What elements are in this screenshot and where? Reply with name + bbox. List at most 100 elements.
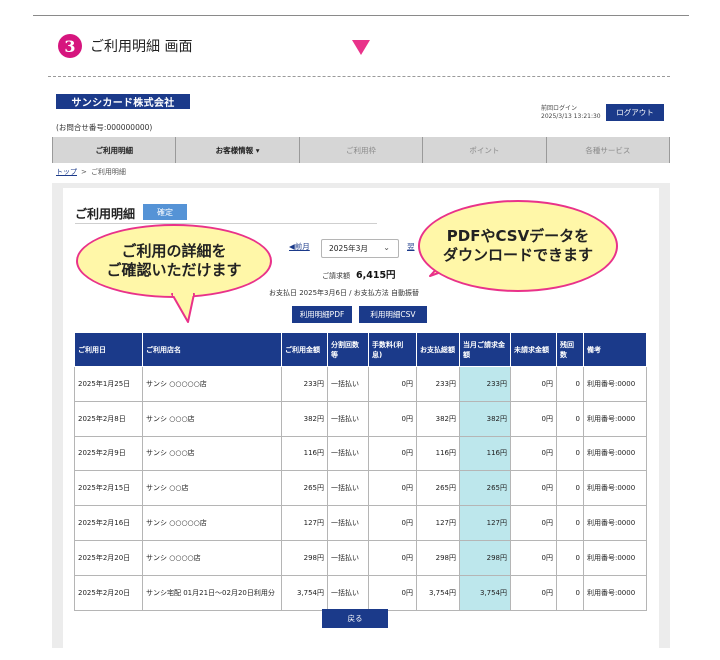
callout-download-line1: PDFやCSVデータを (446, 227, 590, 245)
page-title: ご利用明細 (75, 207, 136, 221)
table-cell: 2025年2月20日 (74, 539, 143, 576)
table-cell: 0円 (510, 400, 557, 437)
table-row: 2025年2月9日 サンシ ○○○店 116円 一括払い 0円 116円 116円 0円 0 利用… (74, 435, 647, 472)
title-underline (75, 223, 377, 224)
chevron-down-icon: ⌄ (383, 243, 390, 252)
table-cell: 265円 (459, 470, 511, 507)
column-header: ご利用金額 (281, 332, 328, 367)
inquiry-number: (お問合せ番号:000000000) (56, 123, 153, 132)
table-cell: 0円 (368, 574, 417, 611)
breadcrumb-separator: > (81, 168, 87, 176)
usage-table: ご利用日 ご利用店名 ご利用金額 分割回数等 手数料(利息) お支払総額 当月ご… (74, 332, 647, 611)
billing-value: 6,415円 (356, 270, 396, 281)
month-select[interactable]: 2025年3月 ⌄ (321, 239, 399, 258)
table-cell: 233円 (281, 366, 328, 402)
table-cell: 116円 (459, 435, 511, 472)
table-cell: 一括払い (327, 435, 369, 472)
table-cell: 0 (556, 505, 584, 541)
dashed-divider (48, 76, 670, 77)
confirmed-badge: 確定 (143, 204, 187, 220)
table-cell: 233円 (416, 366, 460, 402)
down-arrow-icon (352, 40, 370, 55)
table-cell: 116円 (281, 435, 328, 472)
table-row: 2025年2月20日 サンシ宅配 01月21日～02月20日利用分 3,754円 一括… (74, 574, 647, 611)
table-cell: 127円 (416, 505, 460, 541)
nav-item-services[interactable]: 各種サービス (545, 137, 670, 163)
table-cell: 一括払い (327, 470, 369, 507)
nav-item-points[interactable]: ポイント (422, 137, 545, 163)
table-cell: 3,754円 (416, 574, 460, 611)
table-cell: 0円 (510, 539, 557, 576)
table-cell: サンシ宅配 01月21日～02月20日利用分 (142, 574, 282, 611)
callout-details: ご利用の詳細を ご確認いただけます (76, 224, 272, 298)
table-cell: 0円 (510, 470, 557, 507)
column-header: 分割回数等 (327, 332, 369, 367)
table-cell: 一括払い (327, 366, 369, 402)
step-heading: 3 ご利用明細 画面 (58, 34, 192, 58)
callout-download: PDFやCSVデータを ダウンロードできます (418, 200, 618, 292)
table-row: 2025年2月15日 サンシ ○○店 265円 一括払い 0円 265円 265円 0円 0 利用… (74, 470, 647, 507)
column-header: ご利用日 (74, 332, 143, 367)
table-header-row: ご利用日 ご利用店名 ご利用金額 分割回数等 手数料(利息) お支払総額 当月ご… (74, 332, 647, 367)
next-month-link[interactable]: 翌 (407, 241, 415, 252)
breadcrumb: トップ > ご利用明細 (56, 167, 126, 177)
table-cell: サンシ ○○○店 (142, 435, 282, 472)
column-header: お支払総額 (416, 332, 460, 367)
table-cell: 利用番号:0000 (583, 400, 647, 437)
nav-item-credit-limit[interactable]: ご利用枠 (298, 137, 422, 163)
table-cell: 265円 (281, 470, 328, 507)
table-cell: 2025年2月8日 (74, 400, 143, 437)
table-cell: 利用番号:0000 (583, 574, 647, 611)
breadcrumb-current: ご利用明細 (90, 168, 126, 176)
table-cell: 127円 (281, 505, 328, 541)
table-cell: 382円 (459, 400, 511, 437)
table-cell: サンシ ○○○○○店 (142, 505, 282, 541)
table-cell: 382円 (281, 400, 328, 437)
table-cell: サンシ ○○○○店 (142, 539, 282, 576)
download-csv-button[interactable]: 利用明細CSV (359, 306, 427, 323)
table-cell: 0円 (368, 366, 417, 402)
table-cell: 298円 (281, 539, 328, 576)
callout-download-line2: ダウンロードできます (442, 246, 593, 264)
table-cell: 0 (556, 539, 584, 576)
table-cell: 0円 (510, 574, 557, 611)
table-cell: 0円 (510, 505, 557, 541)
table-cell: 116円 (416, 435, 460, 472)
table-cell: 0円 (510, 366, 557, 402)
back-button[interactable]: 戻る (322, 609, 388, 628)
table-cell: 一括払い (327, 505, 369, 541)
column-header: ご利用店名 (142, 332, 282, 367)
company-logo[interactable]: サンシカード株式会社 (56, 94, 190, 109)
table-cell: 0 (556, 470, 584, 507)
download-pdf-button[interactable]: 利用明細PDF (292, 306, 352, 323)
table-cell: 298円 (459, 539, 511, 576)
table-cell: 2025年2月15日 (74, 470, 143, 507)
table-cell: 0円 (368, 539, 417, 576)
table-cell: 0 (556, 400, 584, 437)
table-cell: 2025年2月20日 (74, 574, 143, 611)
table-cell: 298円 (416, 539, 460, 576)
breadcrumb-home-link[interactable]: トップ (56, 167, 77, 177)
column-header: 未請求金額 (510, 332, 557, 367)
callout-details-line1: ご利用の詳細を (121, 242, 227, 260)
step-number-badge: 3 (58, 34, 82, 58)
top-divider (33, 15, 689, 16)
nav-item-customer-info[interactable]: お客様情報 ▾ (175, 137, 298, 163)
logout-button[interactable]: ログアウト (606, 104, 664, 121)
table-cell: 0 (556, 574, 584, 611)
payment-info: お支払日 2025年3月6日 / お支払方法 自動振替 (269, 289, 419, 297)
table-cell: 0円 (510, 435, 557, 472)
callout-details-line2: ご確認いただけます (106, 261, 242, 279)
table-row: 2025年2月16日 サンシ ○○○○○店 127円 一括払い 0円 127円 127円 0円… (74, 505, 647, 541)
prev-month-link[interactable]: ◀前月 (289, 241, 310, 252)
table-cell: 0円 (368, 400, 417, 437)
table-body: 2025年1月25日 サンシ ○○○○○店 233円 一括払い 0円 233円 233円 0円… (74, 366, 647, 611)
table-cell: 利用番号:0000 (583, 470, 647, 507)
table-cell: 0円 (368, 435, 417, 472)
nav-item-statement[interactable]: ご利用明細 (52, 137, 175, 163)
column-header: 残回数 (556, 332, 584, 367)
table-cell: 3,754円 (281, 574, 328, 611)
column-header: 当月ご請求金額 (459, 332, 511, 367)
column-header: 備考 (583, 332, 647, 367)
table-cell: 2025年1月25日 (74, 366, 143, 402)
